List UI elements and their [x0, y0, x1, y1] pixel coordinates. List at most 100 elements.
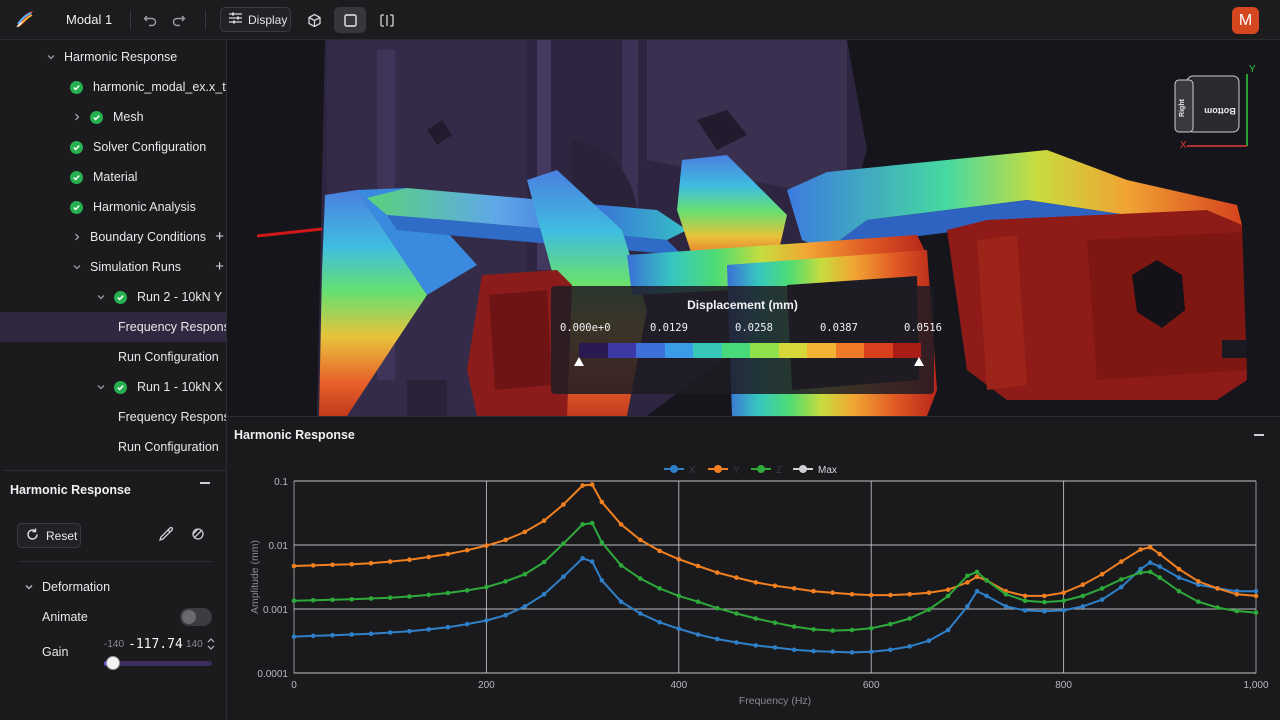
- data-point-y: [974, 574, 980, 579]
- reset-button[interactable]: Reset: [17, 523, 81, 548]
- project-tree: Harmonic Response harmonic_modal_ex.x_t Me…: [0, 42, 226, 462]
- tree-item-label: Mesh: [113, 110, 144, 124]
- tree-item[interactable]: Run Configuration: [0, 342, 226, 372]
- app-logo-icon[interactable]: [14, 8, 36, 30]
- tree-item[interactable]: Harmonic Analysis: [0, 192, 226, 222]
- legend-label[interactable]: Z: [776, 465, 782, 476]
- data-point-x: [868, 649, 874, 654]
- 3d-viewport[interactable]: Bottom Right Y X Displacement (mm) 0.000…: [227, 40, 1280, 416]
- x-tick-label: 800: [1055, 680, 1072, 691]
- data-point-y: [1147, 545, 1153, 550]
- undo-icon[interactable]: [139, 9, 161, 31]
- tree-item-label: Run 2 - 10kN Y: [137, 290, 223, 304]
- gain-stepper-icon[interactable]: [207, 637, 215, 651]
- colorbar-segment: [778, 343, 807, 358]
- data-point-z: [1234, 608, 1240, 614]
- single-view-icon[interactable]: [334, 7, 366, 33]
- legend-label[interactable]: Y: [733, 465, 740, 476]
- data-point-x: [445, 624, 451, 630]
- data-point-z: [791, 624, 797, 629]
- user-avatar[interactable]: M: [1232, 7, 1259, 34]
- data-point-y: [734, 575, 739, 580]
- gain-slider-track[interactable]: [104, 661, 212, 666]
- animate-toggle[interactable]: [180, 608, 212, 626]
- project-name[interactable]: Modal 1: [66, 12, 112, 27]
- data-point-y: [1099, 571, 1105, 577]
- split-view-icon[interactable]: [376, 9, 398, 31]
- tree-item-label: Harmonic Response: [64, 50, 178, 64]
- data-point-y: [1157, 551, 1163, 557]
- data-point-x: [638, 611, 643, 616]
- check-icon: [70, 140, 83, 154]
- colorbar-legend[interactable]: Displacement (mm) 0.000e+0 0.0129 0.0258…: [551, 286, 942, 394]
- legend-marker[interactable]: [757, 465, 765, 473]
- legend-label[interactable]: Max: [818, 465, 837, 476]
- data-point-z: [657, 586, 662, 591]
- add-icon[interactable]: +: [215, 259, 224, 274]
- data-point-z: [945, 593, 951, 599]
- chevron-right-icon[interactable]: [70, 230, 84, 244]
- chevron-down-icon[interactable]: [44, 50, 58, 64]
- data-point-x: [589, 559, 595, 564]
- data-point-x: [1253, 588, 1259, 594]
- probe-icon[interactable]: [190, 526, 208, 544]
- tree-item[interactable]: Solver Configuration: [0, 132, 226, 162]
- tree-item-label: Frequency Response: [118, 410, 227, 424]
- chevron-right-icon[interactable]: [70, 110, 84, 124]
- data-point-x: [965, 604, 970, 609]
- legend-marker[interactable]: [714, 465, 722, 473]
- data-point-z: [387, 595, 393, 600]
- data-point-y: [503, 537, 508, 543]
- gain-min-label: -140: [104, 639, 125, 650]
- gain-value-input[interactable]: -117.74: [128, 637, 183, 652]
- data-point-y: [618, 522, 624, 527]
- deformation-label: Deformation: [42, 580, 111, 594]
- data-point-z: [503, 579, 508, 584]
- tree-item[interactable]: Frequency Response: [0, 312, 226, 342]
- tree-item[interactable]: Run 1 - 10kN X: [0, 372, 226, 402]
- tree-item[interactable]: Harmonic Response: [0, 42, 226, 72]
- colorbar-tick: 0.0129: [650, 322, 688, 334]
- chevron-down-icon[interactable]: [94, 380, 108, 394]
- chevron-down-icon[interactable]: [70, 260, 84, 274]
- legend-marker[interactable]: [670, 465, 678, 473]
- data-point-z: [984, 578, 989, 583]
- tree-item[interactable]: Mesh: [0, 102, 226, 132]
- data-point-z: [1147, 569, 1153, 575]
- colorbar-tick: 0.0387: [820, 322, 858, 334]
- colorbar-max-handle[interactable]: [914, 357, 924, 366]
- colorbar-segment: [664, 343, 693, 358]
- display-button[interactable]: Display: [220, 7, 291, 32]
- data-point-y: [965, 580, 970, 585]
- redo-icon[interactable]: [168, 9, 190, 31]
- frequency-response-chart[interactable]: 0 200 400 600 800 1,000 0.1 0.01 0.001 0.0001 Freq…: [227, 417, 1280, 720]
- deformation-section-toggle[interactable]: Deformation: [22, 580, 110, 594]
- orientation-cube[interactable]: Bottom Right Y X: [1165, 64, 1256, 156]
- refresh-icon: [26, 528, 39, 544]
- chevron-down-icon[interactable]: [94, 290, 108, 304]
- tree-item[interactable]: Run Configuration: [0, 432, 226, 462]
- tree-item[interactable]: Material: [0, 162, 226, 192]
- sliders-icon: [229, 12, 242, 27]
- gain-max-label: 140: [186, 639, 203, 650]
- legend-marker[interactable]: [799, 465, 807, 473]
- gain-slider-thumb[interactable]: [105, 656, 120, 670]
- colorbar-min-handle[interactable]: [574, 357, 584, 366]
- data-point-y: [849, 592, 855, 597]
- y-axis-label: Amplitude (mm): [249, 540, 261, 614]
- data-point-z: [1119, 577, 1124, 582]
- tree-item[interactable]: Simulation Runs +: [0, 252, 226, 282]
- data-point-x: [1157, 564, 1163, 569]
- tree-item[interactable]: Frequency Response: [0, 402, 226, 432]
- data-point-x: [541, 592, 547, 597]
- data-point-x: [753, 643, 759, 648]
- tree-item[interactable]: Run 2 - 10kN Y: [0, 282, 226, 312]
- legend-label[interactable]: X: [689, 465, 696, 476]
- tree-item[interactable]: Boundary Conditions +: [0, 222, 226, 252]
- add-icon[interactable]: +: [215, 229, 224, 244]
- cube-view-icon[interactable]: [303, 9, 325, 31]
- eyedropper-icon[interactable]: [158, 526, 176, 544]
- minimize-icon[interactable]: [200, 482, 210, 484]
- data-point-z: [753, 616, 759, 621]
- tree-item[interactable]: harmonic_modal_ex.x_t: [0, 72, 226, 102]
